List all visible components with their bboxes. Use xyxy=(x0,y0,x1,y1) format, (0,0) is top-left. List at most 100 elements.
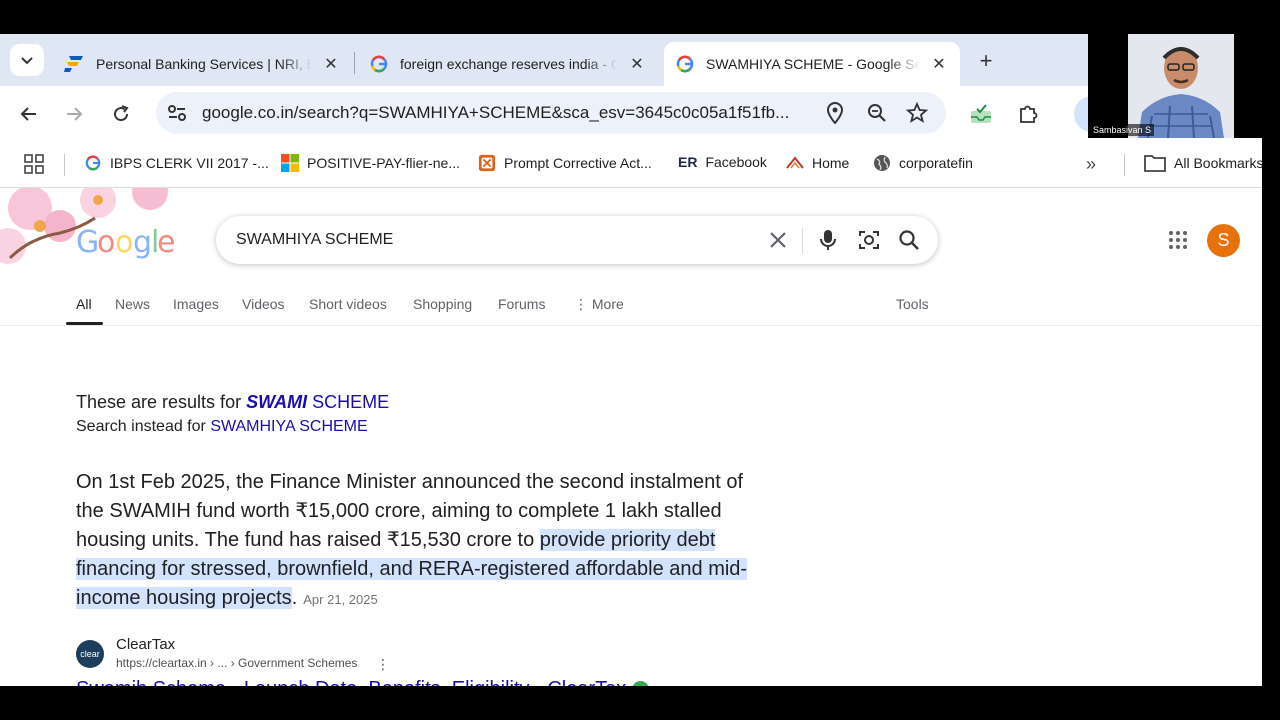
forward-button[interactable] xyxy=(62,102,86,126)
bookmark-home[interactable]: Home xyxy=(786,154,849,172)
search-instead-link[interactable]: SWAMHIYA SCHEME xyxy=(210,418,367,435)
search-instead-prefix: Search instead for xyxy=(76,418,206,435)
voice-search-button[interactable] xyxy=(816,228,840,252)
close-icon[interactable]: ✕ xyxy=(930,54,948,74)
bookmark-corporatefin[interactable]: corporatefin xyxy=(873,154,973,172)
featured-snippet: On 1st Feb 2025, the Finance Minister an… xyxy=(76,468,756,614)
corrected-term-link[interactable]: SWAMI xyxy=(246,392,307,412)
participant-name: Sambasivan S xyxy=(1090,124,1155,136)
verified-check-icon xyxy=(632,681,650,686)
tab-shopping[interactable]: Shopping xyxy=(413,296,472,312)
new-tab-button[interactable]: + xyxy=(974,48,998,74)
address-bar[interactable]: google.co.in/search?q=SWAMHIYA+SCHEME&sc… xyxy=(156,92,946,134)
globe-icon xyxy=(873,154,891,172)
bookmarks-bar: IBPS CLERK VII 2017 -... POSITIVE-PAY-fl… xyxy=(0,142,1262,188)
svg-text:G: G xyxy=(76,225,99,260)
extensions-menu-button[interactable] xyxy=(1016,102,1040,126)
search-results-page: G o o g l e SWAMHIYA SCHEME S All News I… xyxy=(0,174,1262,686)
bookmark-label: Facebook xyxy=(705,154,767,170)
more-bookmarks-button[interactable]: » xyxy=(1086,154,1096,175)
bookmark-ibps-clerk[interactable]: IBPS CLERK VII 2017 -... xyxy=(84,154,269,172)
google-doodle-logo[interactable]: G o o g l e xyxy=(0,174,200,278)
bookmark-positive-pay[interactable]: POSITIVE-PAY-flier-ne... xyxy=(281,154,460,172)
svg-text:e: e xyxy=(157,225,175,260)
extension-logo-icon xyxy=(478,154,496,172)
url-text[interactable]: google.co.in/search?q=SWAMHIYA+SCHEME&sc… xyxy=(202,103,812,123)
tab-title: foreign exchange reserves india - G xyxy=(400,56,618,72)
search-divider xyxy=(802,228,803,254)
search-icon xyxy=(899,230,919,250)
arrow-right-icon xyxy=(67,107,83,121)
snippet-period: . xyxy=(291,587,298,609)
star-icon[interactable] xyxy=(906,102,928,124)
home-logo-icon xyxy=(786,154,804,172)
grid-apps-icon xyxy=(24,154,44,174)
vertical-dots-icon: ⋮ xyxy=(574,296,588,312)
extension-button[interactable] xyxy=(969,102,993,126)
google-g-icon xyxy=(676,55,694,73)
tab-swamhiya-scheme[interactable]: SWAMHIYA SCHEME - Google Sea ✕ xyxy=(664,42,960,86)
source-url: https://cleartax.in › ... › Government S… xyxy=(116,656,358,670)
webcam-video xyxy=(1128,34,1234,138)
results-for-prefix: These are results for xyxy=(76,392,242,412)
bookmark-label: POSITIVE-PAY-flier-ne... xyxy=(307,155,461,171)
active-tab-indicator xyxy=(66,322,103,325)
google-g-icon xyxy=(370,55,388,73)
bookmark-prompt-corrective[interactable]: Prompt Corrective Act... xyxy=(478,154,652,172)
browser-window: Personal Banking Services | NRI, Bu ✕ fo… xyxy=(0,34,1262,686)
back-button[interactable] xyxy=(17,102,41,126)
tab-images[interactable]: Images xyxy=(173,296,219,312)
tab-all[interactable]: All xyxy=(76,296,92,312)
plus-icon: + xyxy=(979,48,993,73)
inbox-check-icon xyxy=(971,104,991,123)
folder-icon xyxy=(1144,154,1166,172)
tab-more[interactable]: ⋮ More xyxy=(574,296,624,313)
result-title[interactable]: Swamih Scheme - Launch Date, Benefits, E… xyxy=(76,678,626,686)
camera-lens-icon xyxy=(859,231,879,249)
spelling-correction: These are results for SWAMI SCHEME xyxy=(76,392,389,413)
all-bookmarks-label: All Bookmarks xyxy=(1174,155,1262,171)
close-icon[interactable]: ✕ xyxy=(628,54,646,74)
arrow-left-icon xyxy=(20,107,36,121)
svg-text:g: g xyxy=(133,225,152,260)
tab-title: SWAMHIYA SCHEME - Google Sea xyxy=(706,56,920,72)
all-bookmarks-button[interactable]: All Bookmarks xyxy=(1144,154,1262,172)
corrected-term-suffix[interactable]: SCHEME xyxy=(312,392,389,412)
microsoft-logo-icon xyxy=(281,154,299,172)
er-logo-icon: ER xyxy=(678,154,698,170)
tab-search-button[interactable] xyxy=(10,44,44,76)
bookmark-label: Home xyxy=(812,155,850,171)
tab-foreign-exchange[interactable]: foreign exchange reserves india - G ✕ xyxy=(358,42,658,86)
grid-dots-icon xyxy=(1169,231,1187,249)
tab-personal-banking[interactable]: Personal Banking Services | NRI, Bu ✕ xyxy=(52,42,352,86)
puzzle-piece-icon xyxy=(1020,105,1038,123)
apps-shortcut[interactable] xyxy=(24,154,44,174)
microphone-icon xyxy=(820,230,836,250)
avatar[interactable]: S xyxy=(1207,224,1240,257)
lens-search-button[interactable] xyxy=(857,228,881,252)
search-button[interactable] xyxy=(897,228,921,252)
search-instead: Search instead for SWAMHIYA SCHEME xyxy=(76,418,368,436)
location-pin-icon[interactable] xyxy=(826,102,844,124)
more-options-icon[interactable]: ⋮ xyxy=(376,656,390,673)
tab-short-videos[interactable]: Short videos xyxy=(309,296,387,312)
tab-news[interactable]: News xyxy=(115,296,150,312)
clear-search-button[interactable] xyxy=(766,228,790,252)
result-title-link[interactable]: Swamih Scheme - Launch Date, Benefits, E… xyxy=(76,678,650,686)
tab-videos[interactable]: Videos xyxy=(242,296,285,312)
bookmark-facebook[interactable]: ER Facebook xyxy=(678,154,767,170)
search-box[interactable]: SWAMHIYA SCHEME xyxy=(216,216,938,264)
search-input[interactable]: SWAMHIYA SCHEME xyxy=(236,231,393,249)
bookmark-label: corporatefin xyxy=(899,155,973,171)
google-apps-button[interactable] xyxy=(1168,230,1188,255)
toolbar: google.co.in/search?q=SWAMHIYA+SCHEME&sc… xyxy=(0,86,1262,142)
tools-button[interactable]: Tools xyxy=(896,296,929,312)
tab-more-label: More xyxy=(591,296,624,312)
bookmark-separator xyxy=(64,154,65,176)
reload-button[interactable] xyxy=(109,102,133,126)
double-chevron-right-icon: » xyxy=(1086,154,1097,174)
zoom-icon[interactable] xyxy=(866,102,888,124)
site-info-icon[interactable] xyxy=(166,102,188,124)
tab-forums[interactable]: Forums xyxy=(498,296,545,312)
close-icon[interactable]: ✕ xyxy=(322,54,340,74)
